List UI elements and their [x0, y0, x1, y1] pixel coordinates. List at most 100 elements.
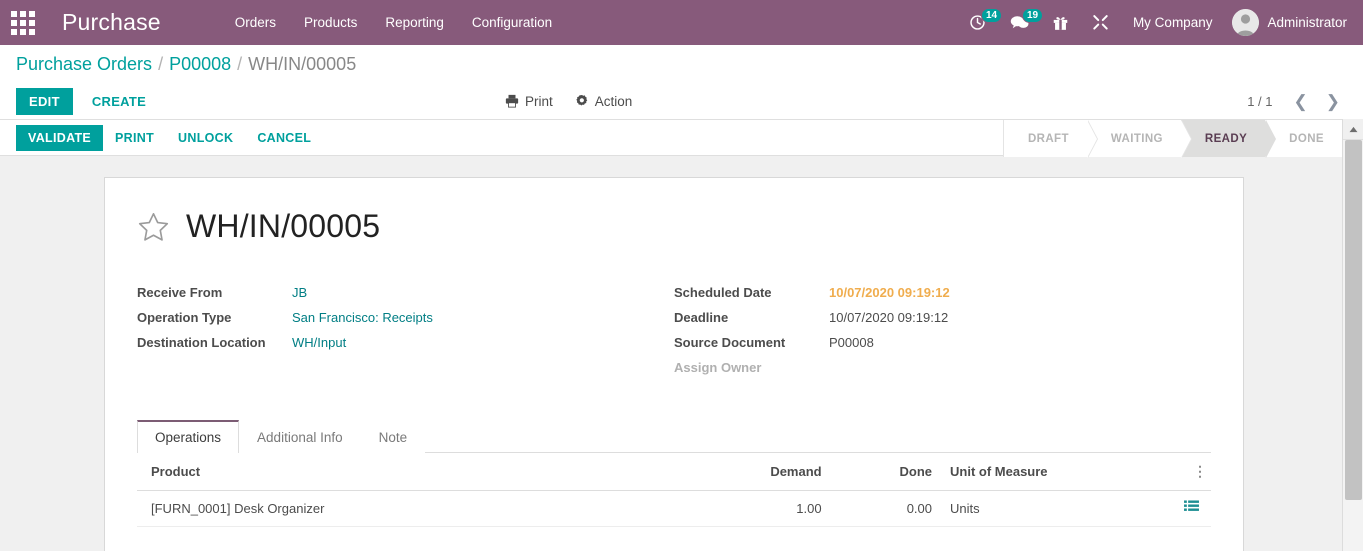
field-value-operation-type[interactable]: San Francisco: Receipts [292, 306, 433, 330]
user-avatar-icon [1232, 9, 1259, 36]
record-sheet: WH/IN/00005 Receive From JB Operation Ty… [104, 177, 1244, 551]
pager-previous-button[interactable]: ❮ [1287, 93, 1315, 110]
field-label-destination-location: Destination Location [137, 331, 292, 355]
column-header-done[interactable]: Done [840, 453, 950, 491]
scrollbar-thumb[interactable] [1345, 140, 1362, 500]
apps-grid-icon [11, 11, 35, 35]
field-value-receive-from[interactable]: JB [292, 281, 307, 305]
developer-tools-button[interactable] [1080, 0, 1121, 45]
field-destination-location: Destination Location WH/Input [137, 331, 674, 355]
operations-table: Product Demand Done Unit of Measure ⋮ [F… [137, 453, 1211, 527]
menu-item-products[interactable]: Products [290, 2, 371, 43]
column-options-button[interactable]: ⋮ [1181, 453, 1211, 491]
messages-count-badge: 19 [1022, 8, 1043, 23]
page-title: WH/IN/00005 [186, 208, 380, 245]
print-button[interactable]: PRINT [103, 125, 166, 151]
gift-icon [1053, 15, 1068, 31]
stage-done[interactable]: DONE [1265, 120, 1342, 157]
top-navbar: Purchase Orders Products Reporting Confi… [0, 0, 1363, 45]
messaging-menu-button[interactable]: 19 [998, 0, 1041, 45]
create-button[interactable]: CREATE [79, 88, 159, 115]
form-view-area: VALIDATE PRINT UNLOCK CANCEL DRAFT WAITI… [0, 119, 1363, 551]
tools-wrench-icon [1092, 14, 1109, 31]
vertical-scrollbar[interactable] [1342, 119, 1363, 551]
record-title-row: WH/IN/00005 [137, 200, 1211, 245]
scroll-up-button[interactable] [1343, 119, 1363, 140]
column-header-demand[interactable]: Demand [609, 453, 840, 491]
gift-menu-button[interactable] [1041, 0, 1080, 45]
validate-button[interactable]: VALIDATE [16, 125, 103, 151]
breadcrumb-parent[interactable]: P00008 [169, 54, 231, 75]
printer-icon [505, 94, 519, 108]
field-value-destination-location[interactable]: WH/Input [292, 331, 346, 355]
edit-button[interactable]: EDIT [16, 88, 73, 115]
operations-table-body: [FURN_0001] Desk Organizer 1.00 0.00 Uni… [137, 491, 1211, 527]
sheet-wrapper: WH/IN/00005 Receive From JB Operation Ty… [0, 156, 1363, 551]
operations-table-head: Product Demand Done Unit of Measure ⋮ [137, 453, 1211, 491]
tab-additional-info[interactable]: Additional Info [239, 420, 361, 453]
breadcrumb-separator-1: / [158, 54, 163, 75]
field-label-operation-type: Operation Type [137, 306, 292, 330]
field-value-deadline[interactable]: 10/07/2020 09:19:12 [829, 306, 948, 330]
menu-item-orders[interactable]: Orders [221, 2, 290, 43]
unlock-button[interactable]: UNLOCK [166, 125, 245, 151]
control-panel-actions: Print Action [505, 94, 632, 109]
action-menu-button[interactable]: Action [575, 94, 633, 109]
apps-menu-toggle[interactable] [0, 0, 46, 45]
pager-count: 1 / 1 [1247, 94, 1272, 109]
cell-detail-operations[interactable] [1181, 491, 1211, 527]
list-details-icon[interactable] [1184, 500, 1199, 514]
control-panel: EDIT CREATE Print Action 1 / 1 ❮ ❯ [0, 83, 1363, 119]
breadcrumb: Purchase Orders / P00008 / WH/IN/00005 [0, 45, 1363, 83]
scroll-up-arrow-icon [1349, 126, 1358, 133]
avatar [1232, 9, 1259, 36]
field-scheduled-date: Scheduled Date 10/07/2020 09:19:12 [674, 281, 1211, 305]
main-menu: Orders Products Reporting Configuration [221, 2, 566, 43]
notebook-tabs: Operations Additional Info Note [137, 419, 1211, 453]
stage-ready[interactable]: READY [1181, 120, 1265, 157]
cell-done[interactable]: 0.00 [840, 491, 950, 527]
breadcrumb-separator-2: / [237, 54, 242, 75]
star-outline-icon [137, 211, 170, 243]
field-value-scheduled-date[interactable]: 10/07/2020 09:19:12 [829, 281, 950, 305]
table-row[interactable]: [FURN_0001] Desk Organizer 1.00 0.00 Uni… [137, 491, 1211, 527]
field-receive-from: Receive From JB [137, 281, 674, 305]
print-menu-button[interactable]: Print [505, 94, 553, 109]
user-menu[interactable]: Administrator [1224, 9, 1353, 36]
stage-statusbar: DRAFT WAITING READY DONE [1003, 120, 1342, 157]
cell-product[interactable]: [FURN_0001] Desk Organizer [137, 491, 609, 527]
column-header-unit-of-measure[interactable]: Unit of Measure [950, 453, 1181, 491]
column-header-product[interactable]: Product [137, 453, 609, 491]
stage-waiting[interactable]: WAITING [1087, 120, 1181, 157]
field-label-scheduled-date: Scheduled Date [674, 281, 829, 305]
pager: 1 / 1 ❮ ❯ [1247, 93, 1347, 110]
field-value-source-document[interactable]: P00008 [829, 331, 874, 355]
table-header-row: Product Demand Done Unit of Measure ⋮ [137, 453, 1211, 491]
cell-demand[interactable]: 1.00 [609, 491, 840, 527]
pager-next-button[interactable]: ❯ [1319, 93, 1347, 110]
menu-item-reporting[interactable]: Reporting [371, 2, 458, 43]
print-label: Print [525, 94, 553, 109]
cell-unit-of-measure[interactable]: Units [950, 491, 1181, 527]
field-label-source-document: Source Document [674, 331, 829, 355]
company-switcher[interactable]: My Company [1121, 15, 1225, 30]
form-column-left: Receive From JB Operation Type San Franc… [137, 281, 674, 381]
form-fields: Receive From JB Operation Type San Franc… [137, 281, 1211, 381]
breadcrumb-root[interactable]: Purchase Orders [16, 54, 152, 75]
favorite-toggle[interactable] [137, 211, 170, 243]
breadcrumb-current: WH/IN/00005 [248, 54, 356, 75]
systray: 14 19 My Company [957, 0, 1353, 45]
field-operation-type: Operation Type San Francisco: Receipts [137, 306, 674, 330]
form-column-right: Scheduled Date 10/07/2020 09:19:12 Deadl… [674, 281, 1211, 381]
activity-menu-button[interactable]: 14 [957, 0, 998, 45]
tab-note[interactable]: Note [361, 420, 426, 453]
notebook: Operations Additional Info Note Product … [137, 419, 1211, 527]
menu-item-configuration[interactable]: Configuration [458, 2, 566, 43]
user-name-label: Administrator [1267, 15, 1347, 30]
stage-draft[interactable]: DRAFT [1004, 120, 1087, 157]
app-brand-title[interactable]: Purchase [46, 9, 175, 36]
field-deadline: Deadline 10/07/2020 09:19:12 [674, 306, 1211, 330]
cancel-button[interactable]: CANCEL [245, 125, 323, 151]
column-options-dots-icon: ⋮ [1193, 463, 1207, 479]
tab-operations[interactable]: Operations [137, 420, 239, 453]
